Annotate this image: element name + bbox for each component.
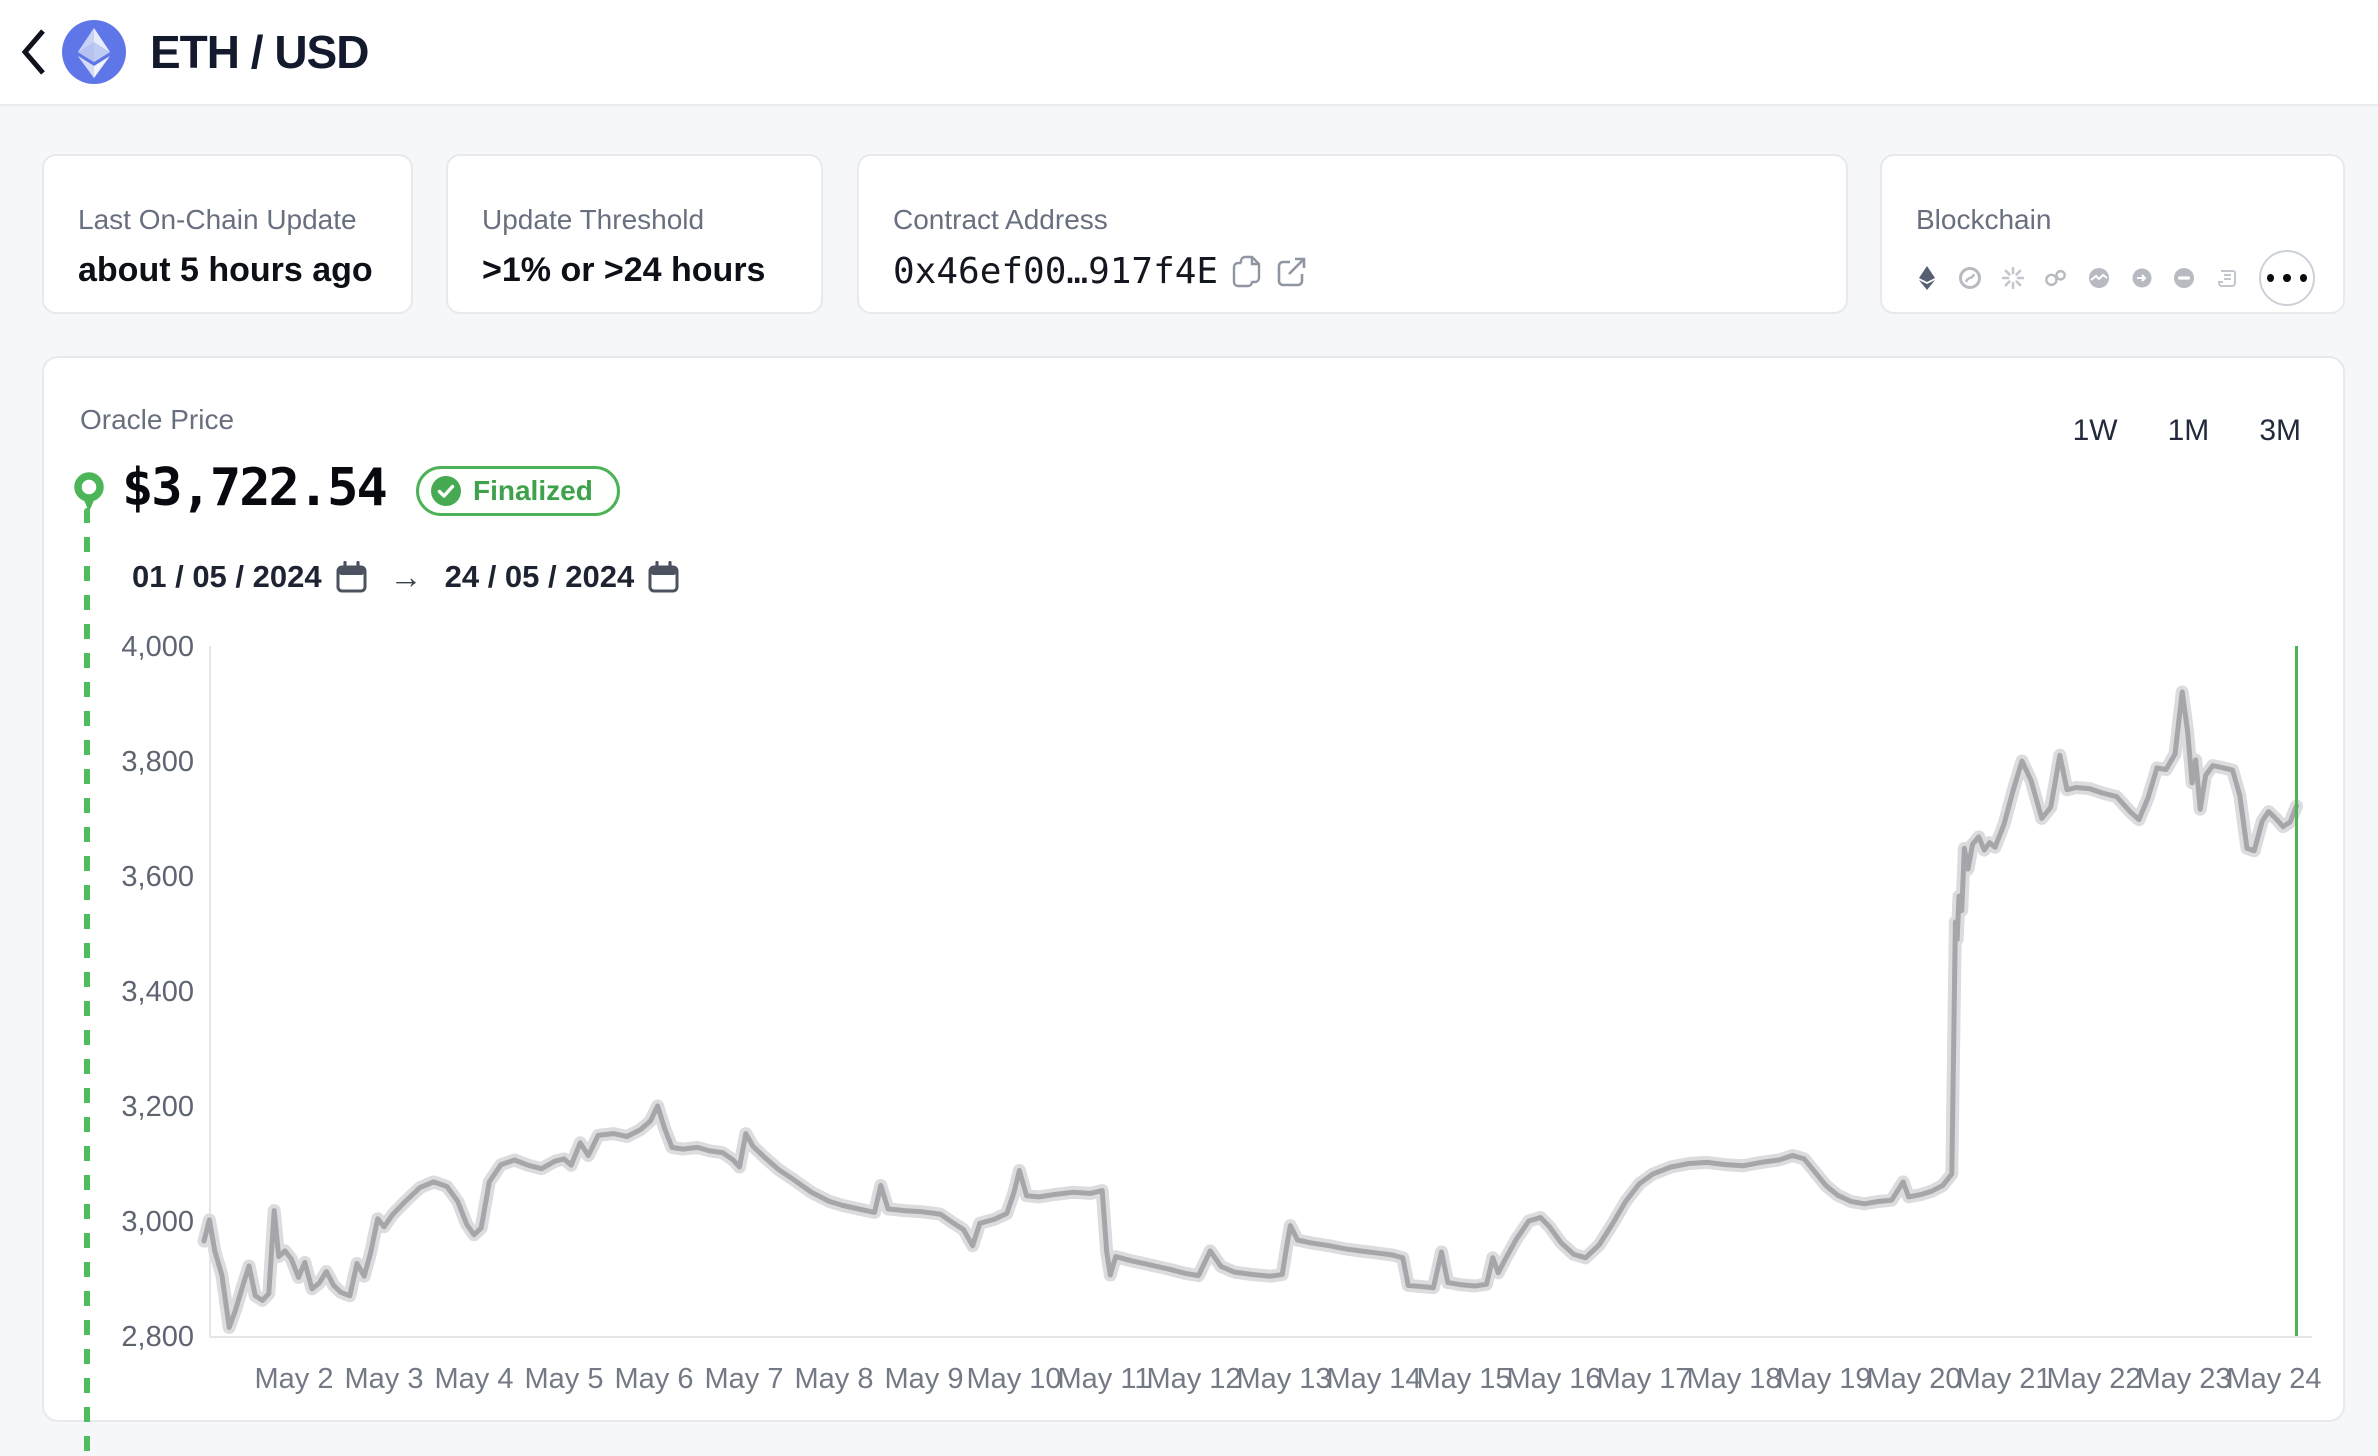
x-tick-label: May 6 <box>615 1363 694 1395</box>
x-tick-label: May 7 <box>705 1363 784 1395</box>
y-tick-label: 2,800 <box>121 1321 194 1353</box>
x-tick-label: May 10 <box>966 1363 1061 1395</box>
external-link-icon <box>1276 256 1308 288</box>
chain-icon-7[interactable] <box>2173 267 2195 289</box>
blockchain-label: Blockchain <box>1916 204 2309 236</box>
x-tick-label: May 3 <box>345 1363 424 1395</box>
card-contract-address: Contract Address 0x46ef00…917f4E <box>857 154 1848 314</box>
x-tick-label: May 9 <box>885 1363 964 1395</box>
x-tick-label: May 17 <box>1596 1363 1691 1395</box>
current-price-pin-icon <box>67 462 111 518</box>
card-last-update: Last On-Chain Update about 5 hours ago <box>42 154 413 314</box>
chain-icon-4[interactable] <box>2045 267 2067 289</box>
card-update-threshold: Update Threshold >1% or >24 hours <box>446 154 823 314</box>
copy-button[interactable] <box>1232 255 1262 289</box>
copy-icon <box>1232 255 1262 289</box>
y-tick-label: 3,800 <box>121 746 194 778</box>
x-tick-label: May 20 <box>1866 1363 1961 1395</box>
last-update-value: about 5 hours ago <box>78 251 377 290</box>
x-tick-label: May 16 <box>1506 1363 1601 1395</box>
x-tick-label: May 18 <box>1686 1363 1781 1395</box>
x-tick-label: May 8 <box>795 1363 874 1395</box>
chain-icon-8[interactable] <box>2216 267 2238 289</box>
back-button[interactable] <box>10 16 58 88</box>
y-tick-label: 3,000 <box>121 1206 194 1238</box>
ellipsis-icon <box>2267 274 2274 282</box>
ethereum-chain-icon[interactable] <box>1916 267 1938 289</box>
x-tick-label: May 24 <box>2226 1363 2321 1395</box>
external-link-button[interactable] <box>1276 256 1308 288</box>
price-line-band <box>204 692 2297 1327</box>
x-tick-label: May 4 <box>435 1363 514 1395</box>
y-tick-label: 3,200 <box>121 1091 194 1123</box>
price-chart[interactable]: 2,800 3,000 3,200 3,400 3,600 3,800 4,000 May 2… <box>44 358 2347 1424</box>
card-blockchain: Blockchain <box>1880 154 2345 314</box>
y-tick-label: 3,400 <box>121 976 194 1008</box>
timeline-dashed-line <box>84 508 90 1456</box>
threshold-value: >1% or >24 hours <box>482 251 787 290</box>
page-title: ETH / USD <box>150 25 368 79</box>
price-line <box>204 692 2297 1327</box>
more-chains-button[interactable] <box>2259 250 2315 306</box>
threshold-label: Update Threshold <box>482 204 787 236</box>
eth-logo-icon <box>60 18 128 86</box>
header: ETH / USD <box>0 0 2378 106</box>
x-tick-label: May 23 <box>2136 1363 2231 1395</box>
oracle-price-card: Oracle Price $3,722.54 Finalized 01 / 05… <box>42 356 2345 1422</box>
last-update-label: Last On-Chain Update <box>78 204 377 236</box>
contract-label: Contract Address <box>893 204 1812 236</box>
chain-icon-3[interactable] <box>2002 267 2024 289</box>
chain-icon-2[interactable] <box>1959 267 1981 289</box>
x-tick-label: May 15 <box>1416 1363 1511 1395</box>
chain-icon-6[interactable] <box>2131 267 2153 289</box>
y-tick-label: 4,000 <box>121 631 194 663</box>
x-tick-label: May 5 <box>525 1363 604 1395</box>
x-tick-label: May 2 <box>255 1363 334 1395</box>
x-tick-label: May 12 <box>1146 1363 1241 1395</box>
page: ETH / USD Last On-Chain Update about 5 h… <box>0 0 2378 1456</box>
y-tick-label: 3,600 <box>121 861 194 893</box>
x-tick-label: May 14 <box>1326 1363 1421 1395</box>
x-tick-label: May 11 <box>1058 1363 1151 1395</box>
x-tick-label: May 21 <box>1956 1363 2051 1395</box>
x-tick-label: May 19 <box>1776 1363 1871 1395</box>
contract-value: 0x46ef00…917f4E <box>893 251 1218 292</box>
chain-icon-5[interactable] <box>2088 267 2110 289</box>
x-tick-label: May 22 <box>2046 1363 2141 1395</box>
blockchain-chains-row <box>1916 250 2309 306</box>
chevron-left-icon <box>15 19 53 85</box>
x-tick-label: May 13 <box>1236 1363 1331 1395</box>
